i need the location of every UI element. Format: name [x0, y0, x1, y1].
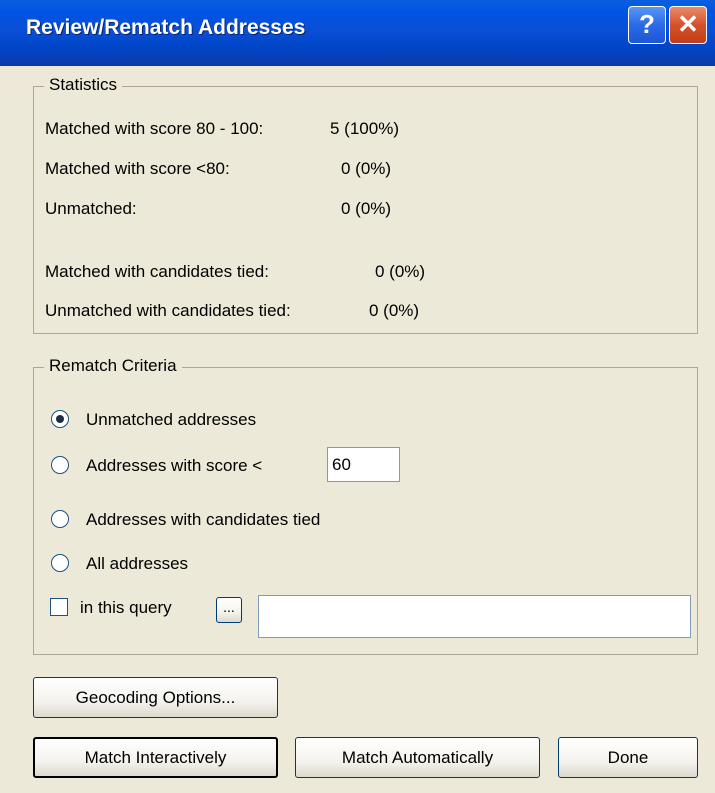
score-threshold-input[interactable]	[327, 447, 400, 482]
close-button[interactable]: ✕	[669, 6, 707, 44]
match-automatically-button[interactable]: Match Automatically	[295, 737, 540, 778]
radio-unmatched-indicator[interactable]	[51, 410, 69, 428]
radio-tied-label[interactable]: Addresses with candidates tied	[86, 510, 320, 530]
done-button[interactable]: Done	[558, 737, 698, 778]
query-checkbox[interactable]	[50, 598, 68, 616]
radio-unmatched-label[interactable]: Unmatched addresses	[86, 410, 256, 430]
statistics-group: Statistics Matched with score 80 - 100: …	[33, 75, 698, 334]
stat-label-matched-below-80: Matched with score <80:	[45, 159, 230, 178]
stat-label-matched-80-100: Matched with score 80 - 100:	[45, 119, 264, 138]
statistics-title: Statistics	[44, 75, 123, 95]
stat-value-unmatched: 0 (0%)	[341, 199, 392, 218]
stat-label-matched-tied: Matched with candidates tied:	[45, 262, 269, 281]
stat-value-matched-below-80: 0 (0%)	[341, 159, 392, 178]
close-x-icon: ✕	[677, 9, 699, 39]
stat-label-unmatched-tied: Unmatched with candidates tied:	[45, 301, 291, 320]
title-bar[interactable]: Review/Rematch Addresses ? ✕	[0, 0, 715, 66]
radio-all-label[interactable]: All addresses	[86, 554, 188, 574]
radio-score-indicator[interactable]	[51, 456, 69, 474]
geocoding-options-button[interactable]: Geocoding Options...	[33, 677, 278, 718]
query-builder-button[interactable]: ...	[216, 597, 242, 623]
radio-tied-indicator[interactable]	[51, 510, 69, 528]
stat-value-unmatched-tied: 0 (0%)	[369, 301, 420, 320]
match-interactively-button[interactable]: Match Interactively	[33, 737, 278, 778]
radio-all-indicator[interactable]	[51, 554, 69, 572]
rematch-criteria-group: Rematch Criteria Unmatched addresses Add…	[33, 356, 698, 655]
window-title: Review/Rematch Addresses	[26, 16, 306, 39]
help-button[interactable]: ?	[628, 6, 666, 44]
question-mark-icon: ?	[639, 9, 655, 39]
radio-score-label[interactable]: Addresses with score <	[86, 456, 262, 476]
rematch-criteria-title: Rematch Criteria	[44, 356, 182, 376]
stat-label-unmatched: Unmatched:	[45, 199, 137, 218]
stat-value-matched-80-100: 5 (100%)	[330, 119, 399, 138]
query-expression-input[interactable]	[258, 595, 691, 638]
query-checkbox-label[interactable]: in this query	[80, 598, 172, 618]
stat-value-matched-tied: 0 (0%)	[375, 262, 426, 281]
